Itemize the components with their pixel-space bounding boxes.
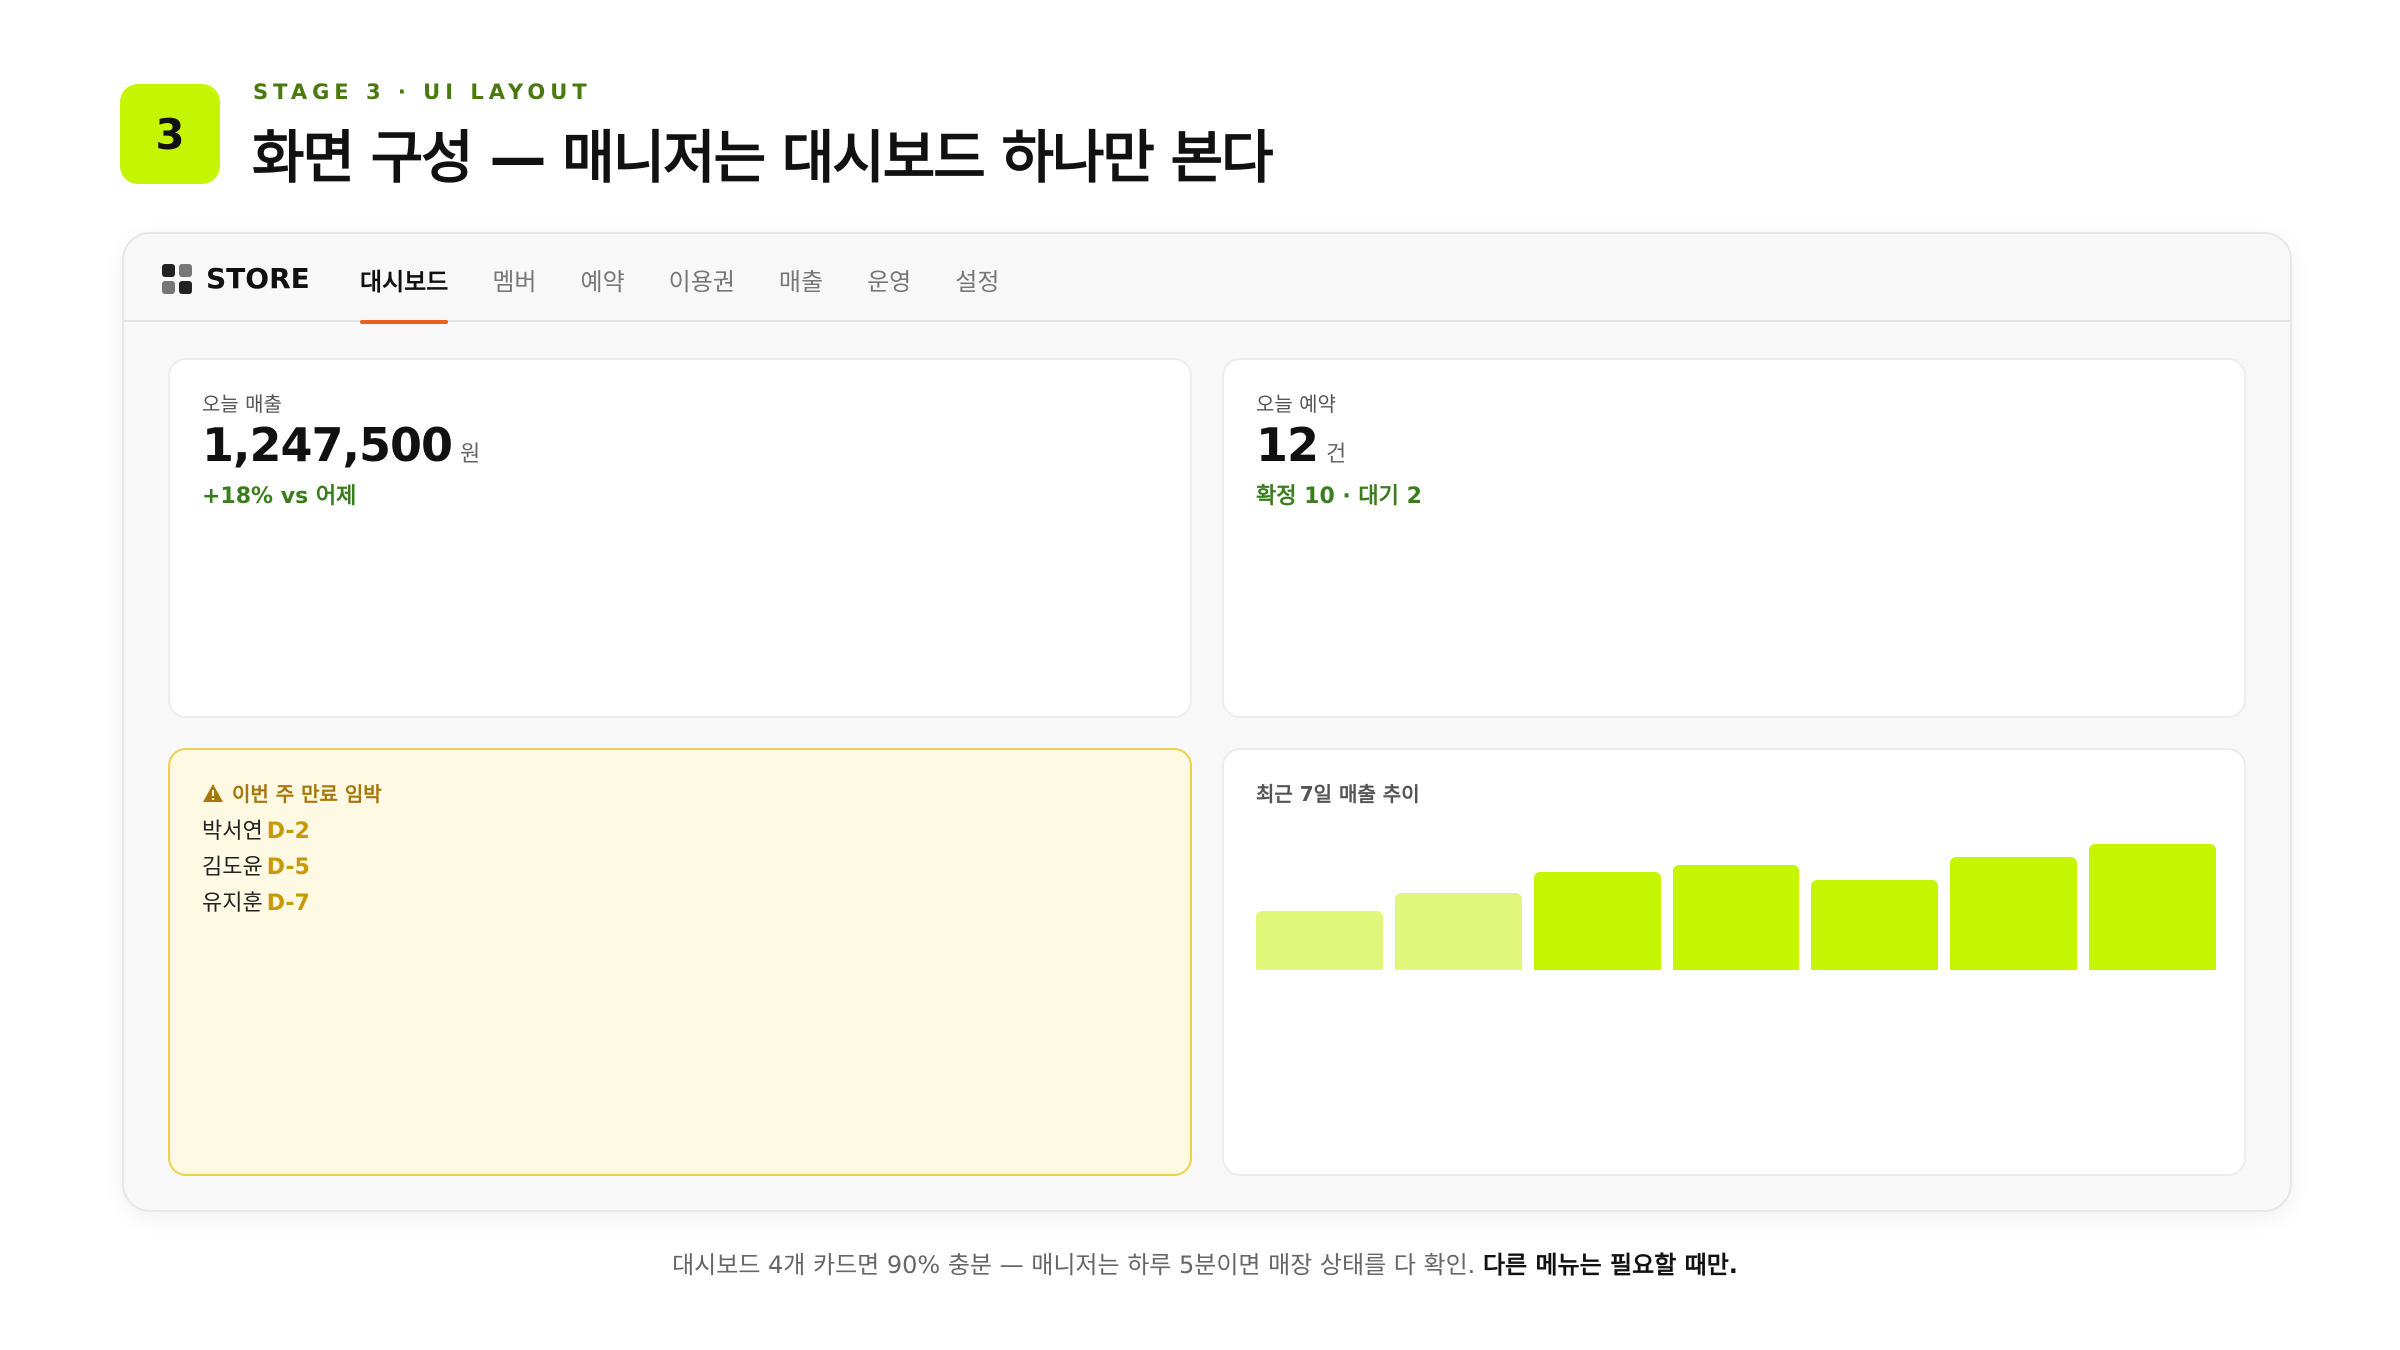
app-topbar: STORE 대시보드 멤버 예약 이용권 매출 운영 설정	[124, 234, 2290, 324]
member-name: 박서연	[202, 819, 263, 844]
tab-0[interactable]: 대시보드	[360, 234, 449, 324]
warning-icon	[203, 783, 223, 802]
brand[interactable]: STORE	[162, 262, 310, 295]
trend-bar-chart	[1256, 830, 2216, 970]
expiry-title: 이번 주 만료 임박	[202, 778, 382, 807]
main-nav-tabs: 대시보드 멤버 예약 이용권 매출 운영 설정	[360, 234, 999, 324]
grid-icon	[162, 263, 192, 294]
trend-bar	[1672, 865, 1800, 970]
today-booking-card[interactable]: 오늘 예약 12 건 확정 10 · 대기 2	[1222, 358, 2246, 718]
kpi: 1,247,500 원	[202, 418, 480, 472]
slide: 3 STAGE 3 · UI LAYOUT 화면 구성 — 매니저는 대시보드 …	[0, 0, 2400, 1350]
trend-bar	[1950, 856, 2078, 970]
booking-value: 12	[1256, 418, 1319, 472]
card-label: 오늘 매출	[202, 392, 282, 416]
trend-bar	[1811, 880, 1939, 970]
member-name: 유지훈	[202, 891, 263, 916]
card-label: 오늘 예약	[1256, 392, 1336, 416]
app-window: STORE 대시보드 멤버 예약 이용권 매출 운영 설정 오늘 매출 1,247,500 …	[122, 232, 2292, 1212]
revenue-delta: +18% vs 어제	[202, 484, 357, 509]
dday-badge: D-7	[266, 891, 310, 916]
footnote-emphasis: 다른 메뉴는 필요할 때만.	[1482, 1251, 1738, 1279]
revenue-unit: 원	[460, 442, 481, 467]
footnote-text: 대시보드 4개 카드면 90% 충분 — 매니저는 하루 5분이면 매장 상태를…	[672, 1251, 1483, 1279]
trend-bar	[2089, 844, 2216, 970]
tab-5[interactable]: 운영	[867, 234, 911, 322]
stage-number-badge: 3	[120, 84, 220, 184]
trend-bar	[1394, 893, 1522, 970]
stage-eyebrow: STAGE 3 · UI LAYOUT	[253, 80, 592, 104]
expiry-alert-card[interactable]: 이번 주 만료 임박 박서연 D-2 김도윤 D-5 유지훈 D-7	[168, 748, 1192, 1176]
slide-title: 화면 구성 — 매니저는 대시보드 하나만 본다	[252, 125, 1274, 191]
tab-6[interactable]: 설정	[955, 234, 999, 322]
booking-unit: 건	[1326, 442, 1347, 467]
trend-title: 최근 7일 매출 추이	[1256, 782, 1420, 806]
expiry-item[interactable]: 김도윤 D-5	[202, 850, 310, 886]
footnote: 대시보드 4개 카드면 90% 충분 — 매니저는 하루 5분이면 매장 상태를…	[0, 1245, 2400, 1280]
expiry-title-text: 이번 주 만료 임박	[232, 782, 382, 806]
expiry-list: 박서연 D-2 김도윤 D-5 유지훈 D-7	[202, 814, 310, 922]
trend-bar	[1533, 872, 1661, 970]
expiry-item[interactable]: 박서연 D-2	[202, 814, 310, 850]
tab-4[interactable]: 매출	[779, 234, 823, 322]
revenue-value: 1,247,500	[202, 418, 453, 472]
tab-1[interactable]: 멤버	[492, 234, 536, 322]
expiry-item[interactable]: 유지훈 D-7	[202, 886, 310, 922]
kpi: 12 건	[1256, 418, 1346, 472]
dday-badge: D-2	[266, 819, 310, 844]
dday-badge: D-5	[266, 855, 310, 880]
booking-detail: 확정 10 · 대기 2	[1256, 484, 1422, 509]
weekly-revenue-trend-card[interactable]: 최근 7일 매출 추이	[1222, 748, 2246, 1176]
tab-3[interactable]: 이용권	[669, 234, 735, 322]
trend-bar	[1256, 911, 1383, 970]
brand-name: STORE	[206, 262, 310, 295]
member-name: 김도윤	[202, 855, 263, 880]
today-revenue-card[interactable]: 오늘 매출 1,247,500 원 +18% vs 어제	[168, 358, 1192, 718]
tab-2[interactable]: 예약	[581, 234, 625, 322]
